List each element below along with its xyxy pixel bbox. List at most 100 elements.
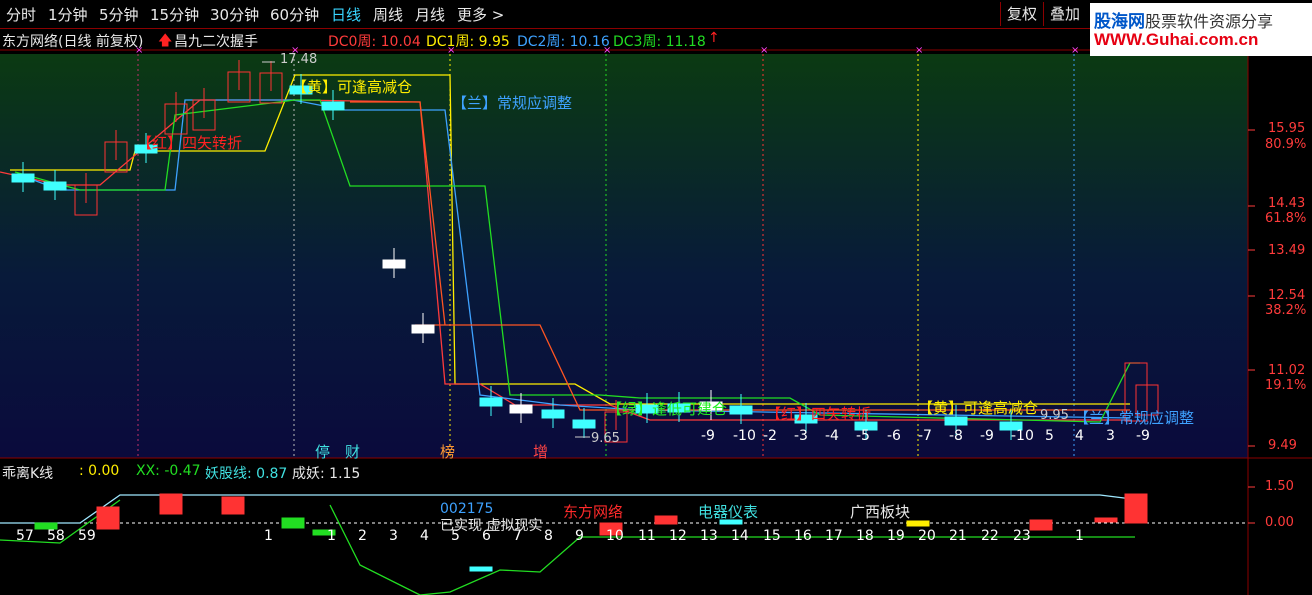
count-label: -10: [733, 428, 756, 444]
event-tag[interactable]: 增: [533, 441, 548, 462]
sub-bar: [1094, 517, 1118, 523]
sub-bar: [469, 566, 493, 572]
period-tab-1min[interactable]: 1分钟: [48, 4, 88, 25]
count-label: -4: [825, 428, 839, 444]
period-tab-intraday[interactable]: 分时: [6, 4, 36, 25]
event-tag[interactable]: 财: [345, 441, 360, 462]
count-label: 3: [1106, 428, 1115, 444]
signal-label: 【黄】可逢高减仓: [292, 78, 413, 96]
candle-body: [43, 181, 67, 191]
signal-label: 【红】四矢转折: [137, 134, 243, 152]
sub-bar: [906, 520, 930, 527]
signal-label: 【兰】常规应调整: [1074, 409, 1195, 427]
site-logo: 股海网股票软件资源分享 WWW.Guhai.com.cn: [1090, 3, 1312, 56]
restore-rights-button[interactable]: 复权: [1000, 2, 1043, 26]
cycle-marker-icon: ×: [915, 45, 923, 56]
sub-bar: [281, 517, 305, 529]
sub-axis-label: 1.50: [1265, 479, 1294, 494]
count-label: -5: [856, 428, 870, 444]
price-axis-label: 11.02: [1268, 363, 1306, 378]
high-price-label: 17.48: [280, 52, 318, 67]
candle-body: [11, 173, 35, 183]
count-label: 4: [1075, 428, 1084, 444]
day-count: 14: [731, 528, 749, 544]
signal-label: 【黄】可逢高减仓: [918, 399, 1039, 417]
sub-bar: [221, 496, 245, 515]
price-axis-label: 80.9%: [1265, 137, 1307, 152]
up-arrow-icon: 🡅: [158, 33, 173, 49]
period-tab-more[interactable]: 更多 >: [457, 4, 504, 25]
candle-body: [321, 101, 345, 111]
count-label: -9: [701, 428, 715, 444]
dc3-label: DC3周: 11.18: [613, 34, 706, 50]
sub-bar: [159, 493, 183, 515]
dc1-label: DC1周: 9.95: [426, 34, 510, 50]
signal-label: 【绿】逢低可建仓: [607, 400, 728, 418]
period-tab-5min[interactable]: 5分钟: [99, 4, 139, 25]
kline-chart-canvas[interactable]: × × × × × × ×: [0, 0, 1312, 595]
overlay-button[interactable]: 叠加: [1043, 2, 1086, 26]
day-count: 9: [575, 528, 584, 544]
day-count: 21: [949, 528, 967, 544]
day-count: 59: [78, 528, 96, 544]
day-count: 23: [1013, 528, 1031, 544]
price-axis-label: 19.1%: [1265, 378, 1307, 393]
day-count: 1: [1075, 528, 1084, 544]
period-tab-weekly[interactable]: 周线: [373, 4, 403, 25]
chengyao-value: 成妖: 1.15: [292, 466, 361, 482]
count-label: -8: [949, 428, 963, 444]
period-tab-30min[interactable]: 30分钟: [210, 4, 259, 25]
event-tag[interactable]: 榜: [440, 441, 455, 462]
candle-body: [944, 416, 968, 426]
day-count: 16: [794, 528, 812, 544]
candle-body: [382, 259, 406, 269]
day-count: 20: [918, 528, 936, 544]
count-label: -9: [1136, 428, 1150, 444]
period-tab-60min[interactable]: 60分钟: [270, 4, 319, 25]
day-count: 58: [47, 528, 65, 544]
day-count: 57: [16, 528, 34, 544]
candle-body: [509, 404, 533, 414]
day-count: 11: [638, 528, 656, 544]
period-tab-15min[interactable]: 15分钟: [150, 4, 199, 25]
day-count: 17: [825, 528, 843, 544]
day-count: 15: [763, 528, 781, 544]
candle-body: [541, 409, 565, 419]
price-axis-label: 12.54: [1268, 288, 1306, 303]
day-count: 18: [856, 528, 874, 544]
day-count: 19: [887, 528, 905, 544]
day-count: 12: [669, 528, 687, 544]
cycle-marker-icon: ×: [1071, 45, 1079, 56]
price-axis-label: 15.95: [1268, 121, 1306, 136]
event-tag[interactable]: 停: [315, 441, 330, 462]
logo-site-name: 股海网: [1094, 12, 1145, 32]
logo-tagline: 股票软件资源分享: [1145, 12, 1274, 31]
day-count: 1: [264, 528, 273, 544]
day-count: 8: [544, 528, 553, 544]
candle-body: [572, 419, 596, 429]
count-label: -10: [1011, 428, 1034, 444]
concept-tag: 广西板块: [850, 503, 911, 521]
day-count: 13: [700, 528, 718, 544]
day-count: 5: [451, 528, 460, 544]
strategy-label: 昌九二次握手: [174, 34, 258, 50]
xx-value: XX: -0.47: [136, 463, 201, 479]
count-label: -2: [763, 428, 777, 444]
count-label: 5: [1045, 428, 1054, 444]
candle-body: [479, 397, 503, 407]
chart-title: 东方网络(日线 前复权): [2, 34, 144, 50]
price-axis-label: 14.43: [1268, 196, 1306, 211]
subchart-value: : 0.00: [79, 463, 120, 479]
count-label: -9: [980, 428, 994, 444]
period-tab-daily[interactable]: 日线: [331, 4, 361, 25]
period-tab-monthly[interactable]: 月线: [415, 4, 445, 25]
price-axis-label: 9.49: [1268, 438, 1297, 453]
candle-body: [729, 405, 753, 415]
day-count: 2: [358, 528, 367, 544]
dc2-label: DC2周: 10.16: [517, 34, 610, 50]
price-axis-label: 61.8%: [1265, 211, 1307, 226]
value-label: 9.95: [1040, 408, 1069, 423]
candle-body: [411, 324, 435, 334]
day-count: 7: [513, 528, 522, 544]
signal-label: 【兰】常规应调整: [452, 94, 573, 112]
